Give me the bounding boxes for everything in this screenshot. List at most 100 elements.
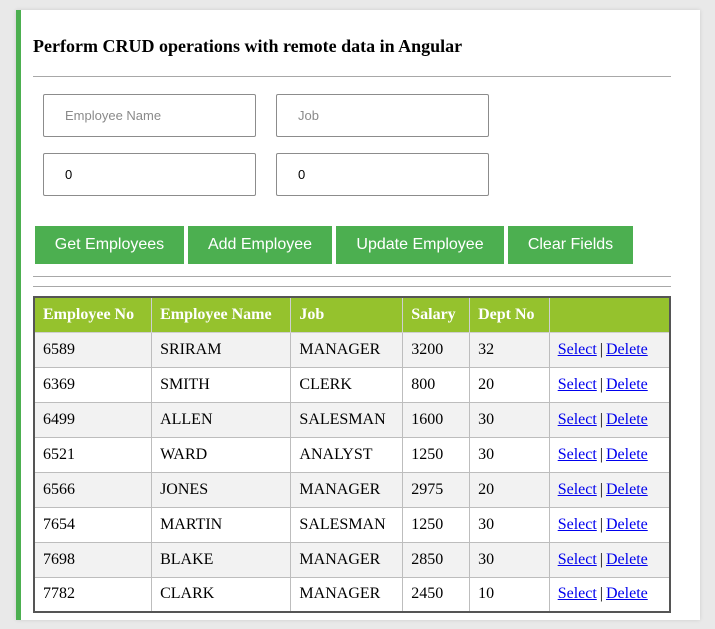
employee-table: Employee No Employee Name Job Salary Dep… bbox=[33, 296, 671, 613]
cell-job: CLERK bbox=[290, 366, 404, 403]
cell-actions: Select | Delete bbox=[548, 506, 671, 543]
delete-link[interactable]: Delete bbox=[606, 585, 648, 602]
cell-salary: 800 bbox=[402, 366, 471, 403]
action-separator: | bbox=[599, 585, 603, 603]
column-header-employee-no: Employee No bbox=[33, 296, 153, 333]
column-header-dept-no: Dept No bbox=[469, 296, 550, 333]
delete-link[interactable]: Delete bbox=[606, 341, 648, 358]
cell-dept-no: 20 bbox=[469, 366, 550, 403]
action-separator: | bbox=[599, 410, 603, 428]
page-background: Perform CRUD operations with remote data… bbox=[0, 0, 715, 629]
table-row: 7698 BLAKE MANAGER 2850 30 Select | Delete bbox=[33, 541, 671, 578]
select-link[interactable]: Select bbox=[558, 411, 597, 428]
table-row: 7654 MARTIN SALESMAN 1250 30 Select | Delete bbox=[33, 506, 671, 543]
delete-link[interactable]: Delete bbox=[606, 516, 648, 533]
cell-employee-name: WARD bbox=[151, 436, 292, 473]
cell-salary: 2850 bbox=[402, 541, 471, 578]
cell-employee-no: 6369 bbox=[33, 366, 153, 403]
cell-dept-no: 30 bbox=[469, 541, 550, 578]
cell-job: MANAGER bbox=[290, 331, 404, 368]
cell-employee-name: SMITH bbox=[151, 366, 292, 403]
delete-link[interactable]: Delete bbox=[606, 446, 648, 463]
delete-link[interactable]: Delete bbox=[606, 481, 648, 498]
table-row: 6566 JONES MANAGER 2975 20 Select | Delete bbox=[33, 471, 671, 508]
action-separator: | bbox=[599, 375, 603, 393]
job-input[interactable] bbox=[276, 94, 489, 137]
cell-dept-no: 32 bbox=[469, 331, 550, 368]
dept-no-input[interactable] bbox=[276, 153, 489, 196]
column-header-job: Job bbox=[290, 296, 404, 333]
delete-link[interactable]: Delete bbox=[606, 411, 648, 428]
cell-employee-no: 6589 bbox=[33, 331, 153, 368]
cell-employee-no: 6499 bbox=[33, 401, 153, 438]
select-link[interactable]: Select bbox=[558, 376, 597, 393]
cell-salary: 3200 bbox=[402, 331, 471, 368]
cell-employee-name: CLARK bbox=[151, 576, 292, 613]
cell-job: ANALYST bbox=[290, 436, 404, 473]
cell-employee-no: 7782 bbox=[33, 576, 153, 613]
page-title: Perform CRUD operations with remote data… bbox=[33, 36, 463, 56]
cell-employee-no: 6566 bbox=[33, 471, 153, 508]
select-link[interactable]: Select bbox=[558, 585, 597, 602]
crud-card: Perform CRUD operations with remote data… bbox=[16, 10, 700, 620]
cell-employee-name: ALLEN bbox=[151, 401, 292, 438]
table-row: 6521 WARD ANALYST 1250 30 Select | Delete bbox=[33, 436, 671, 473]
cell-employee-no: 7698 bbox=[33, 541, 153, 578]
employee-table-body: 6589 SRIRAM MANAGER 3200 32 Select | Delete 6369… bbox=[33, 331, 671, 613]
cell-actions: Select | Delete bbox=[548, 471, 671, 508]
action-separator: | bbox=[599, 515, 603, 533]
table-row: 6589 SRIRAM MANAGER 3200 32 Select | Delete bbox=[33, 331, 671, 368]
select-link[interactable]: Select bbox=[558, 516, 597, 533]
divider-top bbox=[33, 76, 671, 77]
action-separator: | bbox=[599, 480, 603, 498]
cell-job: SALESMAN bbox=[290, 401, 404, 438]
cell-employee-no: 7654 bbox=[33, 506, 153, 543]
clear-fields-button[interactable]: Clear Fields bbox=[508, 226, 633, 264]
update-employee-button[interactable]: Update Employee bbox=[336, 226, 504, 264]
cell-employee-name: MARTIN bbox=[151, 506, 292, 543]
column-header-employee-name: Employee Name bbox=[151, 296, 292, 333]
get-employees-button[interactable]: Get Employees bbox=[35, 226, 184, 264]
cell-dept-no: 30 bbox=[469, 506, 550, 543]
cell-employee-name: SRIRAM bbox=[151, 331, 292, 368]
add-employee-button[interactable]: Add Employee bbox=[188, 226, 332, 264]
cell-actions: Select | Delete bbox=[548, 576, 671, 613]
cell-job: MANAGER bbox=[290, 471, 404, 508]
select-link[interactable]: Select bbox=[558, 446, 597, 463]
cell-salary: 1250 bbox=[402, 436, 471, 473]
column-header-salary: Salary bbox=[402, 296, 471, 333]
cell-actions: Select | Delete bbox=[548, 401, 671, 438]
cell-job: MANAGER bbox=[290, 576, 404, 613]
action-separator: | bbox=[599, 445, 603, 463]
select-link[interactable]: Select bbox=[558, 481, 597, 498]
cell-dept-no: 10 bbox=[469, 576, 550, 613]
employee-name-input[interactable] bbox=[43, 94, 256, 137]
salary-input[interactable] bbox=[43, 153, 256, 196]
column-header-actions bbox=[548, 296, 671, 333]
action-separator: | bbox=[599, 340, 603, 358]
cell-job: SALESMAN bbox=[290, 506, 404, 543]
action-separator: | bbox=[599, 550, 603, 568]
cell-dept-no: 20 bbox=[469, 471, 550, 508]
delete-link[interactable]: Delete bbox=[606, 551, 648, 568]
table-row: 6499 ALLEN SALESMAN 1600 30 Select | Delete bbox=[33, 401, 671, 438]
cell-salary: 2975 bbox=[402, 471, 471, 508]
cell-employee-name: JONES bbox=[151, 471, 292, 508]
cell-actions: Select | Delete bbox=[548, 331, 671, 368]
cell-dept-no: 30 bbox=[469, 401, 550, 438]
select-link[interactable]: Select bbox=[558, 341, 597, 358]
cell-salary: 2450 bbox=[402, 576, 471, 613]
cell-salary: 1250 bbox=[402, 506, 471, 543]
cell-actions: Select | Delete bbox=[548, 436, 671, 473]
delete-link[interactable]: Delete bbox=[606, 376, 648, 393]
cell-employee-name: BLAKE bbox=[151, 541, 292, 578]
cell-job: MANAGER bbox=[290, 541, 404, 578]
cell-actions: Select | Delete bbox=[548, 541, 671, 578]
cell-dept-no: 30 bbox=[469, 436, 550, 473]
divider-middle-2 bbox=[33, 286, 671, 287]
divider-middle-1 bbox=[33, 276, 671, 277]
table-row: 7782 CLARK MANAGER 2450 10 Select | Delete bbox=[33, 576, 671, 613]
cell-actions: Select | Delete bbox=[548, 366, 671, 403]
cell-salary: 1600 bbox=[402, 401, 471, 438]
select-link[interactable]: Select bbox=[558, 551, 597, 568]
